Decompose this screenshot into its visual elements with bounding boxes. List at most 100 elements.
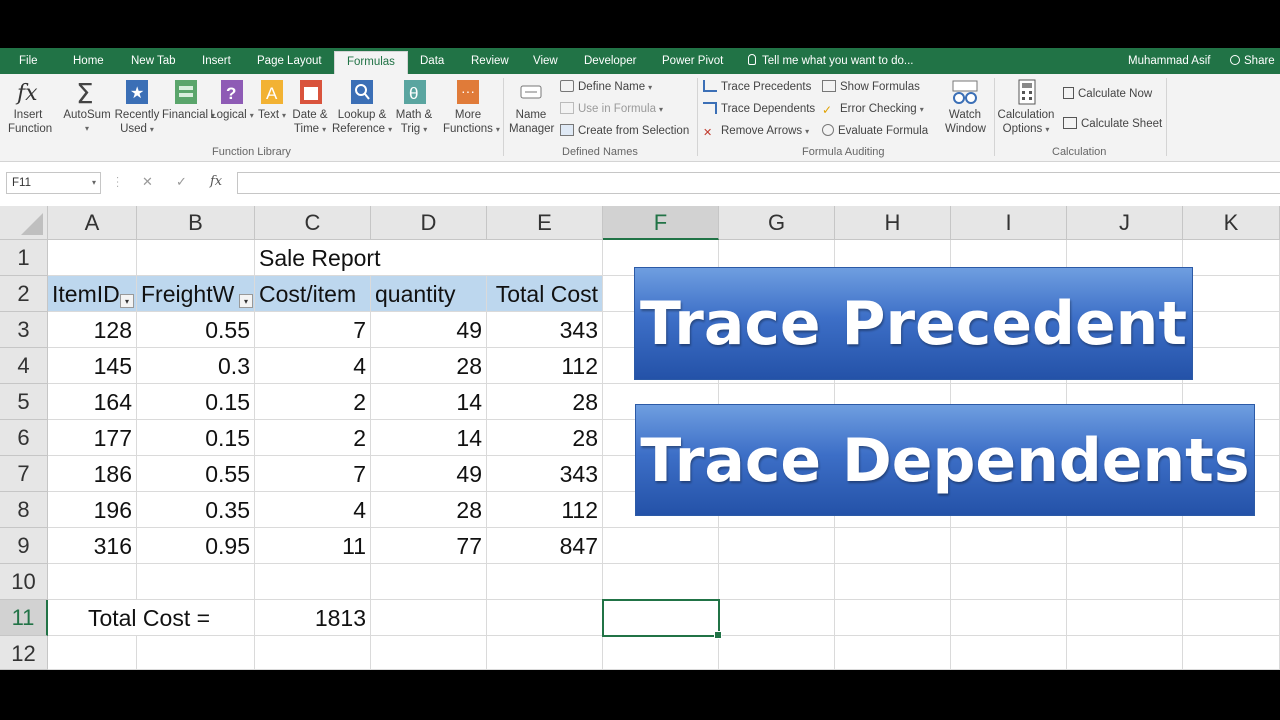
- column-header-a[interactable]: A: [48, 206, 137, 240]
- row-header-3[interactable]: 3: [0, 312, 48, 348]
- grid-cell[interactable]: [719, 564, 835, 600]
- column-header-g[interactable]: G: [719, 206, 835, 240]
- grid-cell[interactable]: [951, 528, 1067, 564]
- data-cell[interactable]: 7: [255, 456, 371, 492]
- header-cell-quantity[interactable]: quantity: [371, 276, 487, 312]
- row-header-12[interactable]: 12: [0, 636, 48, 670]
- data-cell[interactable]: 0.55: [137, 456, 255, 492]
- grid-cell[interactable]: [48, 240, 137, 276]
- grid-cell[interactable]: [48, 636, 137, 670]
- total-cost-value-cell[interactable]: 1813: [255, 600, 371, 636]
- grid-cell[interactable]: [1183, 600, 1280, 636]
- formula-input[interactable]: [237, 172, 1280, 194]
- grid-cell[interactable]: [603, 528, 719, 564]
- name-box[interactable]: F11 ▾: [6, 172, 101, 194]
- evaluate-formula-button[interactable]: Evaluate Formula: [822, 121, 928, 141]
- data-cell[interactable]: 4: [255, 492, 371, 528]
- calculate-now-button[interactable]: Calculate Now: [1063, 84, 1152, 104]
- more-functions-button[interactable]: ··· More Functions: [438, 78, 498, 137]
- data-cell[interactable]: 145: [48, 348, 137, 384]
- data-cell[interactable]: 14: [371, 384, 487, 420]
- filter-dropdown-icon[interactable]: ▾: [239, 294, 253, 308]
- tab-insert[interactable]: Insert: [202, 48, 231, 74]
- column-header-i[interactable]: I: [951, 206, 1067, 240]
- data-cell[interactable]: 14: [371, 420, 487, 456]
- grid-cell[interactable]: [951, 564, 1067, 600]
- grid-cell[interactable]: [603, 564, 719, 600]
- error-checking-button[interactable]: ✓ Error Checking: [822, 99, 924, 119]
- grid-cell[interactable]: [603, 636, 719, 670]
- data-cell[interactable]: 343: [487, 456, 603, 492]
- data-cell[interactable]: 177: [48, 420, 137, 456]
- data-cell[interactable]: 343: [487, 312, 603, 348]
- tab-formulas[interactable]: Formulas: [334, 51, 408, 74]
- trace-dependents-button[interactable]: Trace Dependents: [703, 99, 815, 119]
- grid-cell[interactable]: [487, 240, 603, 276]
- grid-cell[interactable]: [1067, 564, 1183, 600]
- grid-cell[interactable]: [1183, 528, 1280, 564]
- data-cell[interactable]: 49: [371, 312, 487, 348]
- math-trig-button[interactable]: θ Math & Trig: [392, 78, 438, 137]
- data-cell[interactable]: 2: [255, 384, 371, 420]
- grid-cell[interactable]: [1183, 276, 1280, 312]
- grid-cell[interactable]: [255, 564, 371, 600]
- row-header-9[interactable]: 9: [0, 528, 48, 564]
- share-button[interactable]: Share: [1230, 48, 1275, 75]
- grid-cell[interactable]: [371, 600, 487, 636]
- cancel-button[interactable]: ✕: [142, 174, 153, 190]
- data-cell[interactable]: 0.35: [137, 492, 255, 528]
- header-cell-freight[interactable]: FreightW: [137, 276, 255, 312]
- data-cell[interactable]: 196: [48, 492, 137, 528]
- data-cell[interactable]: 49: [371, 456, 487, 492]
- tab-file[interactable]: File: [19, 48, 38, 74]
- date-time-button[interactable]: Date & Time: [290, 78, 332, 137]
- data-cell[interactable]: 7: [255, 312, 371, 348]
- insert-function-fx-button[interactable]: fx: [210, 174, 222, 189]
- row-header-1[interactable]: 1: [0, 240, 48, 276]
- define-name-button[interactable]: Define Name: [560, 77, 652, 97]
- use-in-formula-button[interactable]: Use in Formula: [560, 99, 663, 119]
- data-cell[interactable]: 77: [371, 528, 487, 564]
- name-manager-button[interactable]: Name Manager: [506, 78, 556, 136]
- data-cell[interactable]: 316: [48, 528, 137, 564]
- header-cell-total-cost[interactable]: Total Cost: [487, 276, 603, 312]
- remove-arrows-button[interactable]: ✕ Remove Arrows: [703, 121, 809, 141]
- row-header-5[interactable]: 5: [0, 384, 48, 420]
- grid-cell[interactable]: [951, 600, 1067, 636]
- row-header-4[interactable]: 4: [0, 348, 48, 384]
- total-cost-label-cell[interactable]: Total Cost =: [48, 600, 255, 636]
- grid-cell[interactable]: [487, 564, 603, 600]
- grid-cell[interactable]: [719, 528, 835, 564]
- grid-cell[interactable]: [137, 240, 255, 276]
- calculate-sheet-button[interactable]: Calculate Sheet: [1063, 114, 1162, 134]
- data-cell[interactable]: 28: [487, 384, 603, 420]
- row-header-2[interactable]: 2: [0, 276, 48, 312]
- grid-cell[interactable]: [1183, 348, 1280, 384]
- grid-cell[interactable]: [371, 636, 487, 670]
- trace-precedents-button[interactable]: Trace Precedents: [703, 77, 811, 97]
- grid-cell[interactable]: [835, 636, 951, 670]
- data-cell[interactable]: 28: [371, 492, 487, 528]
- user-name[interactable]: Muhammad Asif: [1128, 48, 1210, 75]
- grid-cell[interactable]: [137, 636, 255, 670]
- grid-cell[interactable]: [1183, 636, 1280, 670]
- lookup-reference-button[interactable]: Lookup & Reference: [332, 78, 392, 137]
- data-cell[interactable]: 112: [487, 492, 603, 528]
- column-header-c[interactable]: C: [255, 206, 371, 240]
- data-cell[interactable]: 0.15: [137, 384, 255, 420]
- financial-button[interactable]: Financial: [162, 78, 210, 123]
- column-header-h[interactable]: H: [835, 206, 951, 240]
- grid-cell[interactable]: [835, 600, 951, 636]
- data-cell[interactable]: 847: [487, 528, 603, 564]
- enter-button[interactable]: ✓: [176, 174, 187, 190]
- column-header-k[interactable]: K: [1183, 206, 1280, 240]
- data-cell[interactable]: 28: [371, 348, 487, 384]
- column-header-b[interactable]: B: [137, 206, 255, 240]
- data-cell[interactable]: 164: [48, 384, 137, 420]
- grid-cell[interactable]: [1067, 600, 1183, 636]
- data-cell[interactable]: 11: [255, 528, 371, 564]
- grid-cell[interactable]: [719, 600, 835, 636]
- data-cell[interactable]: 0.55: [137, 312, 255, 348]
- grid-cell[interactable]: [48, 564, 137, 600]
- grid-cell[interactable]: [371, 564, 487, 600]
